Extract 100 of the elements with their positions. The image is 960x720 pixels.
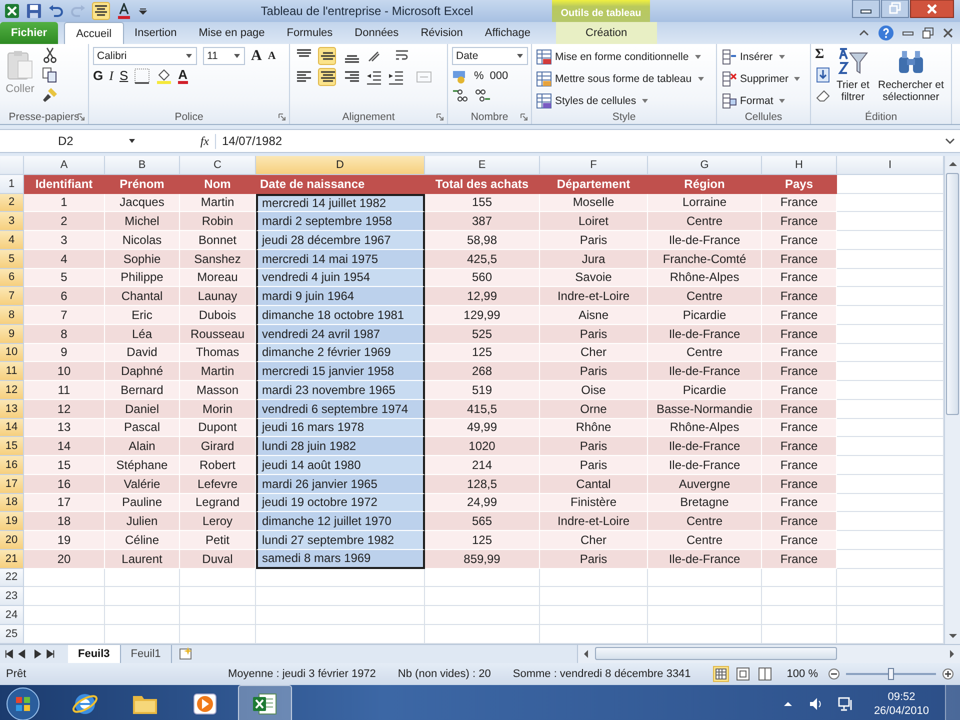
- network-icon[interactable]: [838, 696, 854, 712]
- zoom-in-icon[interactable]: [942, 668, 954, 680]
- help-icon[interactable]: [878, 25, 894, 41]
- style-button[interactable]: Mise en forme conditionnelle: [536, 47, 712, 66]
- style-button[interactable]: Mettre sous forme de tableau: [536, 69, 712, 88]
- row-header[interactable]: 20: [0, 531, 24, 550]
- cells-button[interactable]: Supprimer: [721, 69, 806, 88]
- launcher-icon[interactable]: [77, 113, 85, 121]
- horizontal-scrollbar[interactable]: [577, 644, 960, 662]
- merge-cells-icon[interactable]: [416, 69, 432, 85]
- row-header[interactable]: 13: [0, 400, 24, 418]
- thousands-button[interactable]: 000: [490, 68, 508, 84]
- scissors-icon[interactable]: [42, 47, 58, 63]
- formula-field[interactable]: 14/07/1982: [216, 134, 944, 148]
- style-button[interactable]: Styles de cellules: [536, 91, 712, 110]
- row-header[interactable]: 10: [0, 344, 24, 362]
- italic-button[interactable]: I: [109, 68, 114, 84]
- launcher-icon[interactable]: [278, 113, 286, 121]
- scroll-up-icon[interactable]: [948, 159, 958, 169]
- borders-icon[interactable]: [134, 68, 150, 84]
- start-button[interactable]: [6, 686, 40, 720]
- column-header[interactable]: I: [837, 156, 944, 175]
- normal-view-icon[interactable]: [712, 666, 729, 682]
- ribbon-tab[interactable]: Formules: [276, 22, 344, 44]
- customize-menu-icon[interactable]: [138, 6, 148, 16]
- decrease-decimal-icon[interactable]: [474, 87, 490, 103]
- ribbon-tab[interactable]: Création: [556, 22, 658, 44]
- row-header[interactable]: 22: [0, 568, 24, 588]
- row-header[interactable]: 3: [0, 212, 24, 231]
- increase-decimal-icon[interactable]: [452, 87, 468, 103]
- scroll-thumb[interactable]: [595, 647, 837, 660]
- column-header[interactable]: C: [180, 156, 256, 175]
- row-header[interactable]: 14: [0, 418, 24, 438]
- zoom-out-icon[interactable]: [828, 668, 840, 680]
- percent-button[interactable]: %: [474, 68, 484, 84]
- increase-indent-icon[interactable]: [388, 69, 404, 85]
- row-header[interactable]: 8: [0, 306, 24, 325]
- underline-button[interactable]: S: [119, 68, 128, 84]
- sort-filter-button[interactable]: Trier et filtrer: [834, 47, 872, 110]
- row-header[interactable]: 6: [0, 268, 24, 288]
- scroll-right-icon[interactable]: [947, 648, 957, 658]
- column-header[interactable]: H: [762, 156, 837, 175]
- new-sheet-icon[interactable]: [178, 646, 194, 662]
- cells-button[interactable]: Insérer: [721, 47, 806, 66]
- ribbon-tab[interactable]: Accueil: [64, 22, 124, 44]
- row-header[interactable]: 23: [0, 587, 24, 606]
- row-header[interactable]: 17: [0, 474, 24, 494]
- fill-down-icon[interactable]: [815, 67, 831, 83]
- row-header[interactable]: 11: [0, 362, 24, 381]
- fill-color-icon[interactable]: [156, 68, 172, 84]
- row-header[interactable]: 12: [0, 381, 24, 400]
- page-break-icon[interactable]: [756, 666, 773, 682]
- font-size-field[interactable]: 11: [203, 47, 245, 65]
- ribbon-tab[interactable]: Mise en page: [188, 22, 276, 44]
- row-header[interactable]: 19: [0, 512, 24, 531]
- column-header[interactable]: F: [540, 156, 648, 175]
- bold-button[interactable]: G: [93, 68, 104, 84]
- row-header[interactable]: 1: [0, 174, 24, 194]
- row-header[interactable]: 15: [0, 437, 24, 456]
- close-icon[interactable]: [942, 27, 954, 39]
- save-icon[interactable]: [26, 3, 42, 19]
- cells-button[interactable]: Format: [721, 91, 806, 110]
- zoom-slider-thumb[interactable]: [888, 668, 894, 680]
- close-button[interactable]: [910, 0, 954, 18]
- number-format-field[interactable]: Date: [452, 47, 528, 65]
- ribbon-tab[interactable]: Affichage: [474, 22, 542, 44]
- font-color-button[interactable]: A: [178, 68, 188, 84]
- restore-icon[interactable]: [922, 27, 934, 39]
- row-header[interactable]: 4: [0, 231, 24, 250]
- row-header[interactable]: 21: [0, 550, 24, 568]
- row-header[interactable]: 2: [0, 194, 24, 212]
- vertical-scrollbar[interactable]: [944, 156, 960, 644]
- align-center-icon[interactable]: [92, 2, 110, 20]
- column-header[interactable]: G: [648, 156, 762, 175]
- row-header[interactable]: 24: [0, 606, 24, 625]
- speaker-icon[interactable]: [808, 696, 824, 712]
- minimize-button[interactable]: [852, 0, 880, 18]
- align-center-icon[interactable]: [318, 68, 336, 86]
- spreadsheet-app-icon[interactable]: [4, 3, 20, 19]
- row-header[interactable]: 9: [0, 324, 24, 344]
- undo-icon[interactable]: [48, 3, 64, 19]
- autosum-button[interactable]: Σ: [815, 47, 824, 63]
- copy-icon[interactable]: [42, 67, 58, 83]
- row-header[interactable]: 25: [0, 624, 24, 644]
- column-header[interactable]: A: [24, 156, 105, 175]
- align-middle-icon[interactable]: [318, 47, 336, 65]
- column-header[interactable]: B: [105, 156, 180, 175]
- row-header[interactable]: 5: [0, 250, 24, 268]
- shrink-font-button[interactable]: A: [268, 48, 276, 64]
- sheet-tab[interactable]: Feuil3: [68, 644, 121, 662]
- ribbon-tab[interactable]: Données: [344, 22, 410, 44]
- font-color-icon[interactable]: [116, 3, 132, 19]
- column-header[interactable]: E: [425, 156, 540, 175]
- ribbon-tab[interactable]: Révision: [410, 22, 474, 44]
- grow-font-button[interactable]: A: [251, 48, 262, 64]
- paintbrush-icon[interactable]: [42, 87, 58, 103]
- row-header[interactable]: 16: [0, 456, 24, 475]
- find-select-button[interactable]: Rechercher et sélectionner: [874, 47, 947, 110]
- decrease-indent-icon[interactable]: [366, 69, 382, 85]
- launcher-icon[interactable]: [520, 113, 528, 121]
